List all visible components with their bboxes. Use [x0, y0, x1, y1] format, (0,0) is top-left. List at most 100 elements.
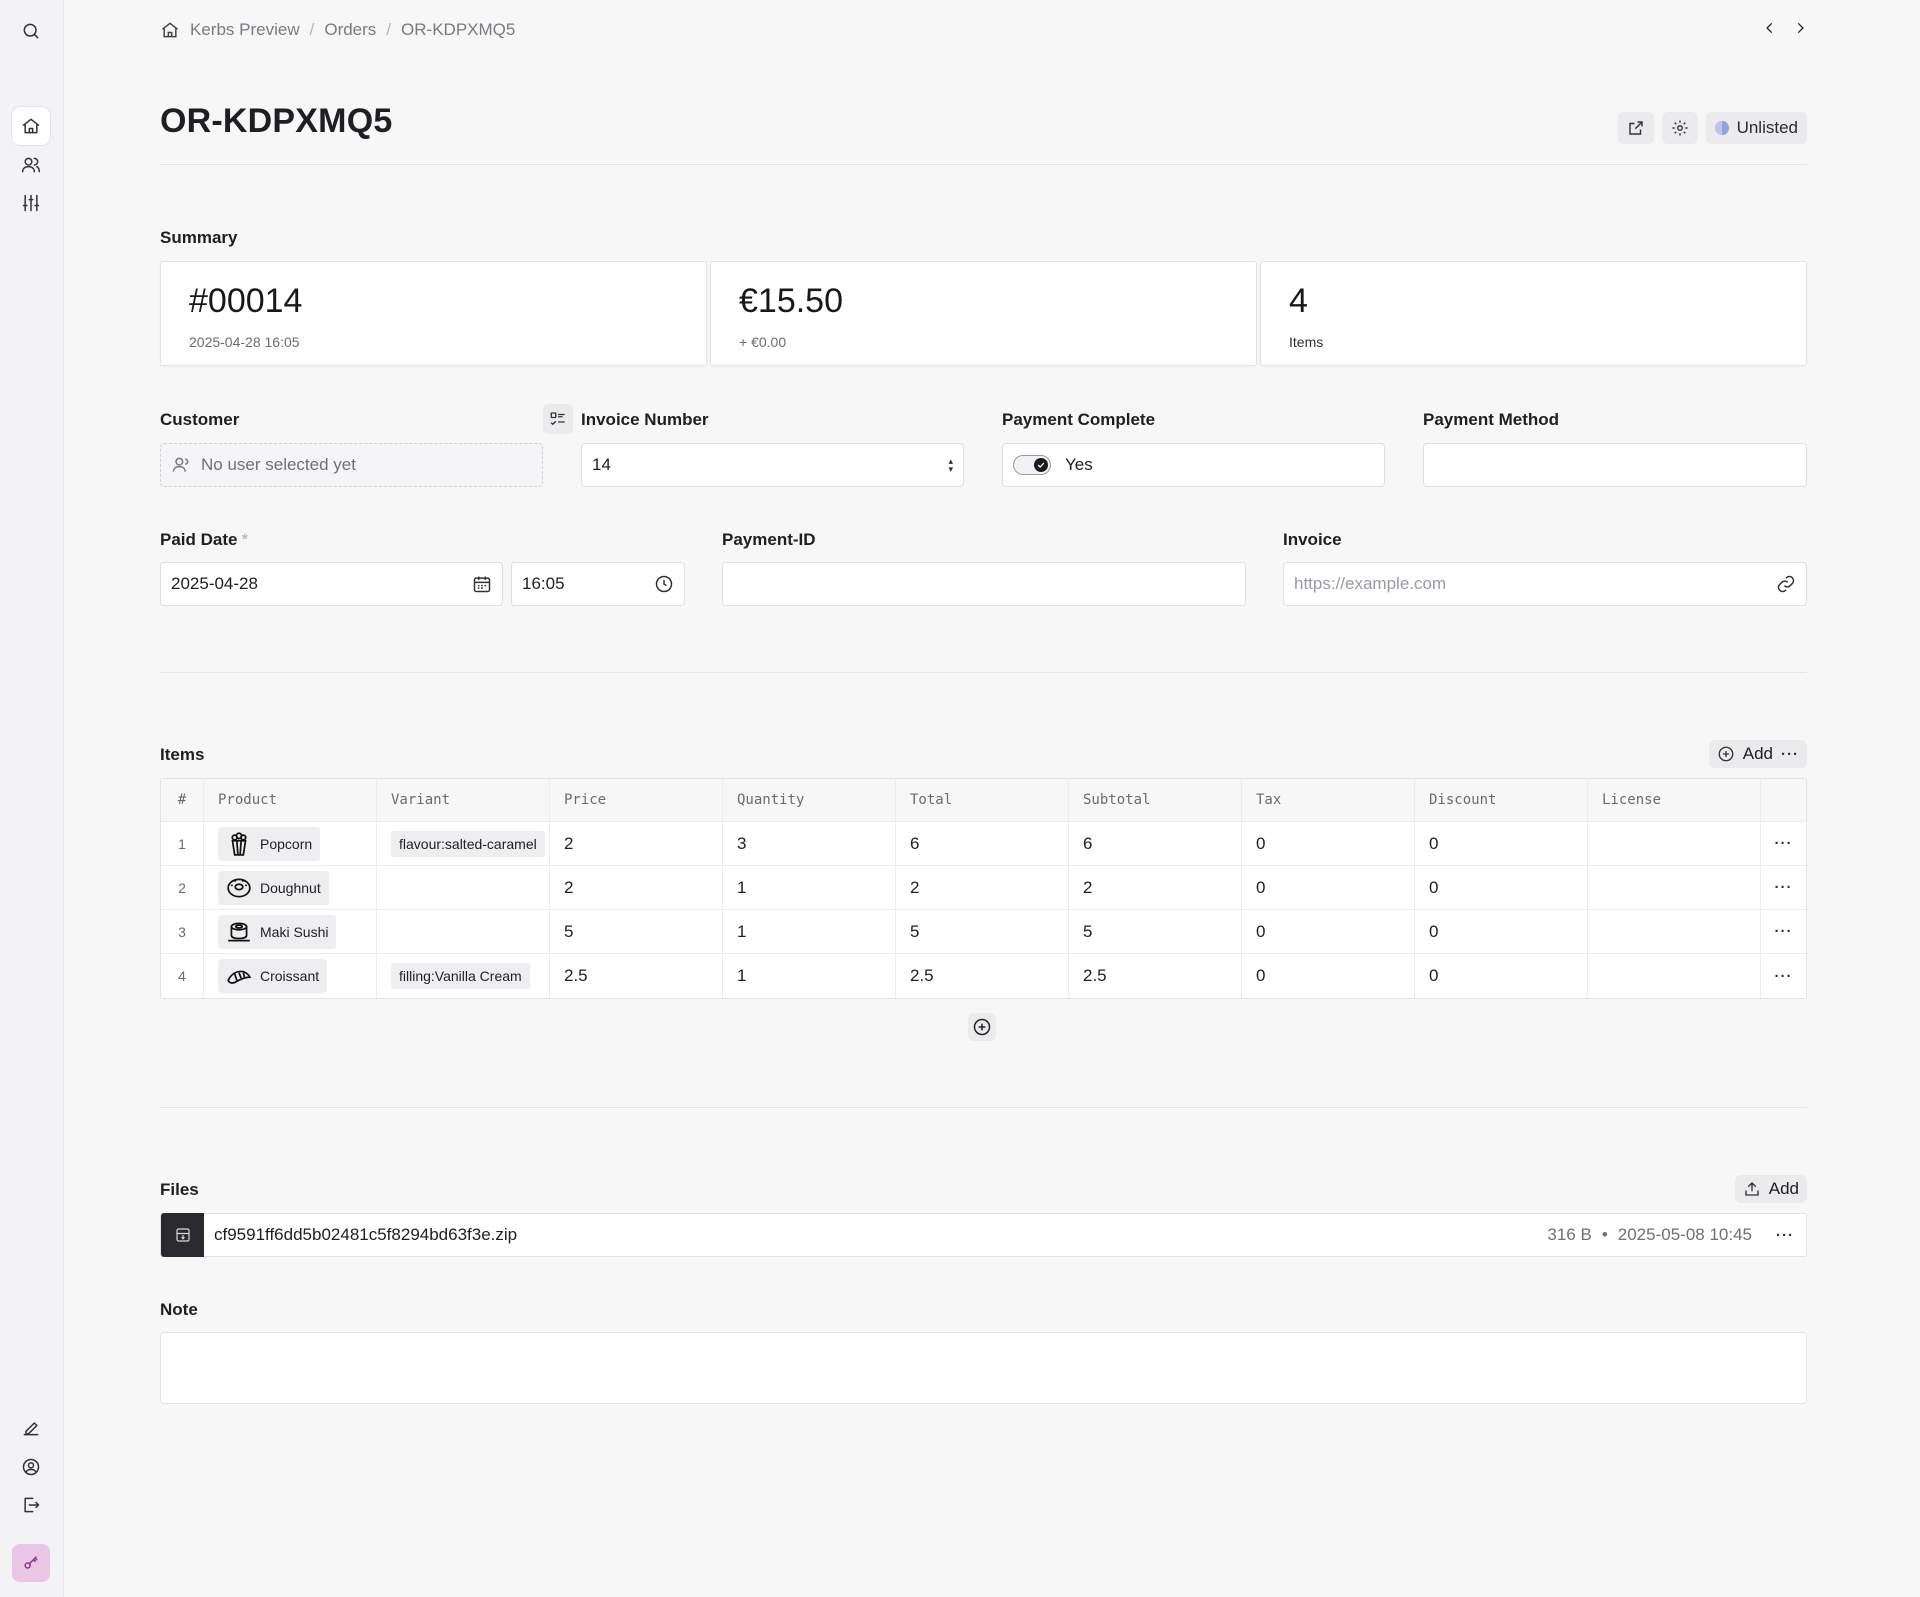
summary-cards: #00014 2025-04-28 16:05 €15.50 + €0.00 4…	[160, 261, 1807, 366]
table-row[interactable]: 4 Croissant filling:Vanilla Cream 2.5 1 …	[161, 954, 1806, 998]
paid-date-field[interactable]: 2025-04-28	[160, 562, 503, 606]
file-row[interactable]: cf9591ff6dd5b02481c5f8294bd63f3e.zip 316…	[160, 1213, 1807, 1257]
license-cell[interactable]	[1588, 954, 1761, 998]
price-cell[interactable]: 5	[550, 910, 723, 953]
customer-list-button[interactable]	[543, 404, 573, 434]
subtotal-cell[interactable]: 5	[1069, 910, 1242, 953]
sushi-icon	[226, 919, 252, 945]
quantity-cell[interactable]: 1	[723, 866, 896, 909]
total-cell[interactable]: 5	[896, 910, 1069, 953]
payment-id-field[interactable]	[722, 562, 1246, 606]
note-textarea[interactable]	[160, 1332, 1807, 1404]
product-tag[interactable]: Croissant	[218, 959, 328, 993]
product-cell[interactable]: Doughnut	[204, 866, 377, 909]
subtotal-cell[interactable]: 2	[1069, 866, 1242, 909]
paid-time-field[interactable]: 16:05	[511, 562, 685, 606]
variant-tag[interactable]: filling:Vanilla Cream	[391, 963, 530, 989]
row-more-button[interactable]: ···	[1761, 954, 1806, 998]
variant-cell[interactable]	[377, 910, 550, 953]
visibility-button[interactable]: Unlisted	[1705, 112, 1807, 144]
number-stepper-icon[interactable]: ▴ ▾	[948, 457, 953, 474]
column-header[interactable]: Discount	[1415, 779, 1588, 821]
column-header[interactable]: Subtotal	[1069, 779, 1242, 821]
product-cell[interactable]: Croissant	[204, 954, 377, 998]
product-tag[interactable]: Popcorn	[218, 826, 321, 861]
settings-button[interactable]	[1661, 112, 1698, 144]
file-name[interactable]: cf9591ff6dd5b02481c5f8294bd63f3e.zip	[214, 1225, 517, 1245]
quantity-cell[interactable]: 3	[723, 822, 896, 865]
chevron-right-icon[interactable]	[1793, 20, 1807, 40]
tax-cell[interactable]: 0	[1242, 822, 1415, 865]
total-cell[interactable]: 2	[896, 866, 1069, 909]
more-icon: ···	[1774, 879, 1793, 896]
row-more-button[interactable]: ···	[1761, 822, 1806, 865]
sliders-icon[interactable]	[12, 184, 50, 222]
column-header[interactable]: Price	[550, 779, 723, 821]
table-row[interactable]: 3 Maki Sushi 5 1 5 5 0 0 ···	[161, 910, 1806, 954]
total-cell[interactable]: 2.5	[896, 954, 1069, 998]
key-icon[interactable]	[12, 1544, 50, 1582]
quantity-cell[interactable]: 1	[723, 954, 896, 998]
home-icon[interactable]	[12, 107, 50, 145]
variant-cell[interactable]: filling:Vanilla Cream	[377, 954, 550, 998]
row-more-button[interactable]: ···	[1761, 866, 1806, 909]
items-add-button[interactable]: Add ···	[1708, 740, 1807, 768]
search-icon[interactable]	[12, 12, 50, 50]
logout-icon[interactable]	[12, 1486, 50, 1524]
price-cell[interactable]: 2	[550, 866, 723, 909]
items-more-button[interactable]: ···	[1781, 746, 1799, 763]
users-icon[interactable]	[12, 146, 50, 184]
row-more-button[interactable]: ···	[1761, 910, 1806, 953]
payment-method-field[interactable]	[1423, 443, 1807, 487]
link-icon[interactable]	[1776, 574, 1796, 594]
invoice-url-field[interactable]: https://example.com	[1283, 562, 1807, 606]
total-cell[interactable]: 6	[896, 822, 1069, 865]
tax-cell[interactable]: 0	[1242, 866, 1415, 909]
tax-cell[interactable]: 0	[1242, 910, 1415, 953]
chevron-left-icon[interactable]	[1763, 20, 1777, 40]
account-icon[interactable]	[12, 1448, 50, 1486]
column-header[interactable]: Variant	[377, 779, 550, 821]
subtotal-cell[interactable]: 6	[1069, 822, 1242, 865]
breadcrumb-home[interactable]: Kerbs Preview	[160, 20, 300, 40]
discount-cell[interactable]: 0	[1415, 866, 1588, 909]
breadcrumb-item-app[interactable]: Kerbs Preview	[190, 20, 300, 40]
invoice-number-field[interactable]: 14 ▴ ▾	[581, 443, 964, 487]
product-cell[interactable]: Maki Sushi	[204, 910, 377, 953]
license-cell[interactable]	[1588, 822, 1761, 865]
product-tag[interactable]: Doughnut	[218, 870, 329, 905]
column-header[interactable]: License	[1588, 779, 1761, 821]
product-tag[interactable]: Maki Sushi	[218, 914, 337, 949]
variant-tag[interactable]: flavour:salted-caramel	[391, 830, 545, 857]
discount-cell[interactable]: 0	[1415, 822, 1588, 865]
subtotal-cell[interactable]: 2.5	[1069, 954, 1242, 998]
price-cell[interactable]: 2	[550, 822, 723, 865]
popcorn-icon	[226, 831, 252, 857]
files-add-button[interactable]: Add	[1734, 1175, 1807, 1203]
breadcrumb-item-orders[interactable]: Orders	[324, 20, 376, 40]
variant-cell[interactable]	[377, 866, 550, 909]
quantity-cell[interactable]: 1	[723, 910, 896, 953]
tax-cell[interactable]: 0	[1242, 954, 1415, 998]
edit-icon[interactable]	[12, 1409, 50, 1447]
customer-picker[interactable]: No user selected yet	[160, 443, 543, 487]
price-cell[interactable]: 2.5	[550, 954, 723, 998]
table-row[interactable]: 1 Popcorn flavour:salted-caramel 2 3 6 6…	[161, 822, 1806, 866]
column-header[interactable]: Total	[896, 779, 1069, 821]
column-header[interactable]: Quantity	[723, 779, 896, 821]
column-header[interactable]: Product	[204, 779, 377, 821]
open-external-button[interactable]	[1617, 112, 1654, 144]
column-header[interactable]: Tax	[1242, 779, 1415, 821]
product-cell[interactable]: Popcorn	[204, 822, 377, 865]
file-more-button[interactable]: ···	[1776, 1227, 1794, 1244]
table-row[interactable]: 2 Doughnut 2 1 2 2 0 0 ···	[161, 866, 1806, 910]
discount-cell[interactable]: 0	[1415, 954, 1588, 998]
license-cell[interactable]	[1588, 866, 1761, 909]
clock-icon[interactable]	[654, 574, 674, 594]
calendar-icon[interactable]	[472, 574, 492, 594]
variant-cell[interactable]: flavour:salted-caramel	[377, 822, 550, 865]
discount-cell[interactable]: 0	[1415, 910, 1588, 953]
payment-complete-toggle[interactable]	[1013, 455, 1051, 475]
add-row-button[interactable]	[968, 1013, 996, 1041]
license-cell[interactable]	[1588, 910, 1761, 953]
